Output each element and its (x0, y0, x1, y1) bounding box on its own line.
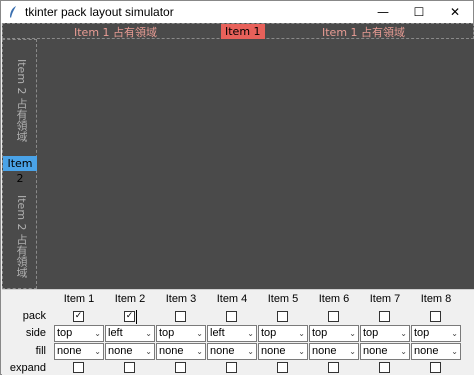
window-title: tkinter pack layout simulator (25, 5, 174, 19)
chevron-down-icon: ⌄ (298, 329, 305, 338)
fill-value-item-5: none (261, 345, 286, 357)
expand-checkbox-item-7[interactable] (379, 362, 390, 373)
chevron-down-icon: ⌄ (400, 347, 407, 356)
pack-checkbox-item-1[interactable]: ✓ (73, 311, 84, 322)
focus-caret (136, 310, 137, 324)
app-window: tkinter pack layout simulator — ☐ ✕ Item… (0, 0, 474, 375)
pack-checkbox-item-3[interactable] (175, 311, 186, 322)
pack-checkbox-item-6[interactable] (328, 311, 339, 322)
column-header-item-7: Item 7 (369, 293, 401, 305)
fill-value-item-6: none (312, 345, 337, 357)
side-value-item-6: top (312, 327, 328, 339)
fill-value-item-1: none (57, 345, 82, 357)
minimize-icon: — (377, 5, 389, 19)
chevron-down-icon: ⌄ (400, 329, 407, 338)
feather-icon (5, 4, 21, 20)
expand-checkbox-item-1[interactable] (73, 362, 84, 373)
item1-widget: Item 1 (221, 24, 265, 39)
item2-region-label-bottom: Item 2 占有領域 (15, 195, 28, 279)
fill-select-item-5[interactable]: none ⌄ (258, 343, 308, 360)
expand-checkbox-item-8[interactable] (430, 362, 441, 373)
chevron-down-icon: ⌄ (349, 347, 356, 356)
chevron-down-icon: ⌄ (145, 347, 152, 356)
side-select-item-8[interactable]: top ⌄ (411, 325, 461, 342)
chevron-down-icon: ⌄ (451, 347, 458, 356)
column-header-item-3: Item 3 (165, 293, 197, 305)
side-value-item-1: top (57, 327, 73, 339)
fill-value-item-2: none (108, 345, 133, 357)
chevron-down-icon: ⌄ (94, 347, 101, 356)
pack-check-mark-item-1: ✓ (74, 311, 83, 321)
pack-checkbox-item-7[interactable] (379, 311, 390, 322)
side-select-item-1[interactable]: top ⌄ (54, 325, 104, 342)
close-button[interactable]: ✕ (437, 1, 473, 23)
fill-select-item-1[interactable]: none ⌄ (54, 343, 104, 360)
column-header-item-2: Item 2 (114, 293, 146, 305)
side-value-item-4: left (210, 327, 225, 339)
fill-value-item-8: none (414, 345, 439, 357)
fill-value-item-4: none (210, 345, 235, 357)
pack-check-mark-item-2: ✓ (125, 311, 134, 321)
expand-checkbox-item-5[interactable] (277, 362, 288, 373)
control-panel: pack side fill expand Item 1 ✓ top ⌄ none… (2, 289, 474, 375)
fill-select-item-2[interactable]: none ⌄ (105, 343, 155, 360)
fill-select-item-3[interactable]: none ⌄ (156, 343, 206, 360)
chevron-down-icon: ⌄ (298, 347, 305, 356)
title-bar: tkinter pack layout simulator — ☐ ✕ (1, 1, 473, 23)
column-header-item-8: Item 8 (420, 293, 452, 305)
side-value-item-8: top (414, 327, 430, 339)
fill-value-item-3: none (159, 345, 184, 357)
side-value-item-5: top (261, 327, 277, 339)
column-header-item-5: Item 5 (267, 293, 299, 305)
chevron-down-icon: ⌄ (451, 329, 458, 338)
side-select-item-4[interactable]: left ⌄ (207, 325, 257, 342)
chevron-down-icon: ⌄ (247, 347, 254, 356)
minimize-button[interactable]: — (365, 1, 401, 23)
close-icon: ✕ (449, 5, 461, 19)
fill-value-item-7: none (363, 345, 388, 357)
layout-canvas: Item 1 占有領域 Item 1 占有領域 Item 1 Item 2 占有… (2, 23, 474, 289)
chevron-down-icon: ⌄ (196, 347, 203, 356)
chevron-down-icon: ⌄ (196, 329, 203, 338)
side-value-item-3: top (159, 327, 175, 339)
pack-checkbox-item-4[interactable] (226, 311, 237, 322)
item1-region-label-right: Item 1 占有領域 (322, 26, 406, 39)
expand-checkbox-item-2[interactable] (124, 362, 135, 373)
pack-checkbox-item-8[interactable] (430, 311, 441, 322)
chevron-down-icon: ⌄ (94, 329, 101, 338)
row-label-pack: pack (22, 310, 46, 322)
expand-checkbox-item-3[interactable] (175, 362, 186, 373)
column-header-item-4: Item 4 (216, 293, 248, 305)
item2-widget: Item 2 (3, 156, 37, 185)
row-label-fill: fill (35, 345, 46, 357)
fill-select-item-8[interactable]: none ⌄ (411, 343, 461, 360)
chevron-down-icon: ⌄ (349, 329, 356, 338)
maximize-button[interactable]: ☐ (401, 1, 437, 23)
maximize-icon: ☐ (413, 5, 425, 19)
expand-checkbox-item-4[interactable] (226, 362, 237, 373)
chevron-down-icon: ⌄ (145, 329, 152, 338)
fill-select-item-6[interactable]: none ⌄ (309, 343, 359, 360)
pack-checkbox-item-5[interactable] (277, 311, 288, 322)
side-value-item-7: top (363, 327, 379, 339)
column-header-item-1: Item 1 (63, 293, 95, 305)
side-select-item-5[interactable]: top ⌄ (258, 325, 308, 342)
side-select-item-2[interactable]: left ⌄ (105, 325, 155, 342)
side-select-item-7[interactable]: top ⌄ (360, 325, 410, 342)
expand-checkbox-item-6[interactable] (328, 362, 339, 373)
side-select-item-3[interactable]: top ⌄ (156, 325, 206, 342)
chevron-down-icon: ⌄ (247, 329, 254, 338)
row-label-expand: expand (9, 362, 46, 374)
item2-region-label-top: Item 2 占有領域 (15, 59, 28, 143)
fill-select-item-7[interactable]: none ⌄ (360, 343, 410, 360)
side-select-item-6[interactable]: top ⌄ (309, 325, 359, 342)
fill-select-item-4[interactable]: none ⌄ (207, 343, 257, 360)
column-header-item-6: Item 6 (318, 293, 350, 305)
item1-region-label-left: Item 1 占有領域 (74, 26, 158, 39)
side-value-item-2: left (108, 327, 123, 339)
pack-checkbox-item-2[interactable]: ✓ (124, 311, 135, 322)
row-label-side: side (25, 327, 46, 339)
